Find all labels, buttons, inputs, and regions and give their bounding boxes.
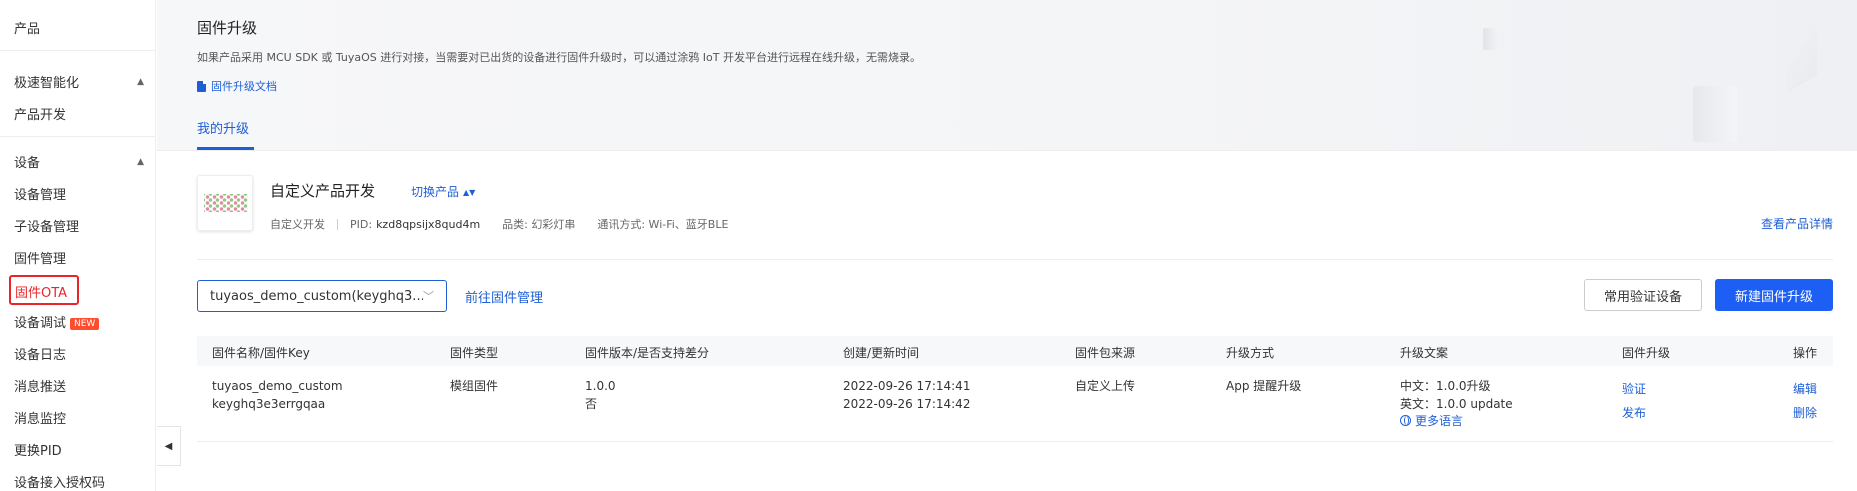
product-thumbnail (197, 175, 253, 231)
cell-text-en: 英文：1.0.0 update (1400, 397, 1513, 411)
sidebar-divider (0, 136, 156, 137)
verify-devices-button[interactable]: 常用验证设备 (1584, 279, 1702, 311)
sidebar-item-product-dev[interactable]: 产品开发 (14, 104, 66, 123)
decorative-cube (1483, 28, 1497, 50)
sidebar-group-label: 极速智能化 (14, 76, 80, 91)
sidebar-item-change-pid[interactable]: 更换PID (14, 440, 62, 459)
sidebar-item-label: 固件OTA (15, 286, 68, 301)
decorative-cube (1693, 86, 1737, 142)
edit-link[interactable]: 编辑 (1793, 380, 1817, 398)
doc-link-label: 固件升级文档 (211, 80, 277, 93)
sidebar-item-firmware-mgmt[interactable]: 固件管理 (14, 248, 66, 267)
product-name: 自定义产品开发 (270, 182, 376, 200)
cell-updated: 2022-09-26 17:14:42 (843, 397, 971, 411)
product-comm: 通讯方式: Wi-Fi、蓝牙BLE (597, 218, 729, 231)
caret-left-icon: ◀ (164, 440, 173, 452)
header-banner (157, 0, 1857, 151)
cell-firmware-name: tuyaos_demo_custom (212, 379, 343, 393)
col-header-upgrade: 固件升级 (1622, 346, 1671, 360)
cell-created: 2022-09-26 17:14:41 (843, 379, 971, 393)
delete-link[interactable]: 删除 (1793, 404, 1817, 422)
sidebar-group-label: 设备 (14, 156, 41, 171)
col-header-source: 固件包来源 (1075, 346, 1136, 360)
more-languages-link[interactable]: 更多语言 (1400, 412, 1463, 430)
product-type: 自定义开发 (270, 218, 325, 231)
pid-label: PID: (350, 217, 373, 231)
tab-active-indicator (197, 147, 254, 150)
sidebar-item-label: 设备调试 (14, 316, 67, 331)
firmware-doc-link[interactable]: 固件升级文档 (197, 78, 277, 94)
new-firmware-upgrade-button[interactable]: 新建固件升级 (1715, 279, 1833, 311)
sidebar-item-subdevice-mgmt[interactable]: 子设备管理 (14, 216, 79, 235)
cell-text-cn: 中文：1.0.0升级 (1400, 379, 1491, 393)
view-product-details-link[interactable]: 查看产品详情 (1761, 215, 1833, 232)
new-badge: NEW (70, 318, 100, 330)
product-category: 品类: 幻彩灯串 (502, 218, 576, 231)
product-pid: kzd8qpsijx8qud4m (376, 217, 481, 231)
sidebar-item-device-mgmt[interactable]: 设备管理 (14, 184, 66, 203)
page-title: 固件升级 (197, 19, 258, 37)
document-icon (197, 80, 206, 92)
table-header (197, 336, 1833, 366)
meta-divider (337, 218, 338, 230)
cell-version: 1.0.0 (585, 379, 616, 393)
sidebar-item-auth-code[interactable]: 设备接入授权码 (14, 472, 105, 491)
caret-up-icon: ▲ (137, 76, 144, 87)
cell-source: 自定义上传 (1075, 379, 1136, 393)
divider (197, 259, 1833, 260)
col-header-time: 创建/更新时间 (843, 346, 920, 360)
sidebar-collapse-button[interactable]: ◀ (157, 426, 181, 466)
verify-link[interactable]: 验证 (1622, 380, 1646, 398)
switch-product-label: 切换产品 (411, 185, 460, 199)
cell-firmware-key: keyghq3e3errgqaa (212, 397, 326, 411)
globe-icon (1400, 415, 1411, 426)
sidebar-item-message-push[interactable]: 消息推送 (14, 376, 66, 395)
col-header-name: 固件名称/固件Key (212, 346, 310, 360)
goto-firmware-mgmt-link[interactable]: 前往固件管理 (465, 287, 543, 306)
decorative-shape (1787, 5, 1817, 93)
publish-link[interactable]: 发布 (1622, 404, 1646, 422)
caret-up-icon: ▲ (137, 156, 144, 167)
sidebar-item-device-log[interactable]: 设备日志 (14, 344, 66, 363)
sidebar-divider (0, 50, 156, 51)
firmware-select-value: tuyaos_demo_custom(keyghq3... (210, 288, 423, 304)
sidebar-item-firmware-ota[interactable]: 固件OTA (9, 275, 79, 305)
tab-my-upgrades[interactable]: 我的升级 (197, 118, 249, 137)
firmware-select[interactable]: tuyaos_demo_custom(keyghq3... ﹀ (197, 280, 447, 312)
table-row-divider (197, 441, 1833, 442)
sidebar-group-quick-smart[interactable]: 极速智能化 ▲ (14, 72, 144, 91)
sidebar-item-products[interactable]: 产品 (14, 18, 40, 37)
sidebar-item-device-debug[interactable]: 设备调试 NEW (14, 312, 100, 331)
sidebar-item-message-monitor[interactable]: 消息监控 (14, 408, 66, 427)
product-meta: 自定义开发 PID: kzd8qpsijx8qud4m 品类: 幻彩灯串 通讯方… (270, 216, 728, 232)
switch-product-link[interactable]: 切换产品 ▲▼ (411, 183, 475, 200)
more-languages-label: 更多语言 (1415, 414, 1464, 428)
cell-method: App 提醒升级 (1226, 379, 1302, 393)
col-header-actions: 操作 (1793, 346, 1818, 360)
sidebar-group-device[interactable]: 设备 ▲ (14, 152, 144, 171)
col-header-method: 升级方式 (1226, 346, 1275, 360)
page-description: 如果产品采用 MCU SDK 或 TuyaOS 进行对接，当需要对已出货的设备进… (197, 51, 921, 64)
sidebar: 产品 极速智能化 ▲ 产品开发 设备 ▲ 设备管理 子设备管理 固件管理 固件O… (0, 0, 156, 491)
col-header-version: 固件版本/是否支持差分 (585, 346, 710, 360)
cell-diff: 否 (585, 397, 598, 411)
col-header-text: 升级文案 (1400, 346, 1449, 360)
cell-firmware-type: 模组固件 (450, 379, 499, 393)
col-header-type: 固件类型 (450, 346, 499, 360)
chevron-down-icon: ﹀ (423, 290, 434, 303)
sort-arrows-icon: ▲▼ (463, 188, 476, 197)
